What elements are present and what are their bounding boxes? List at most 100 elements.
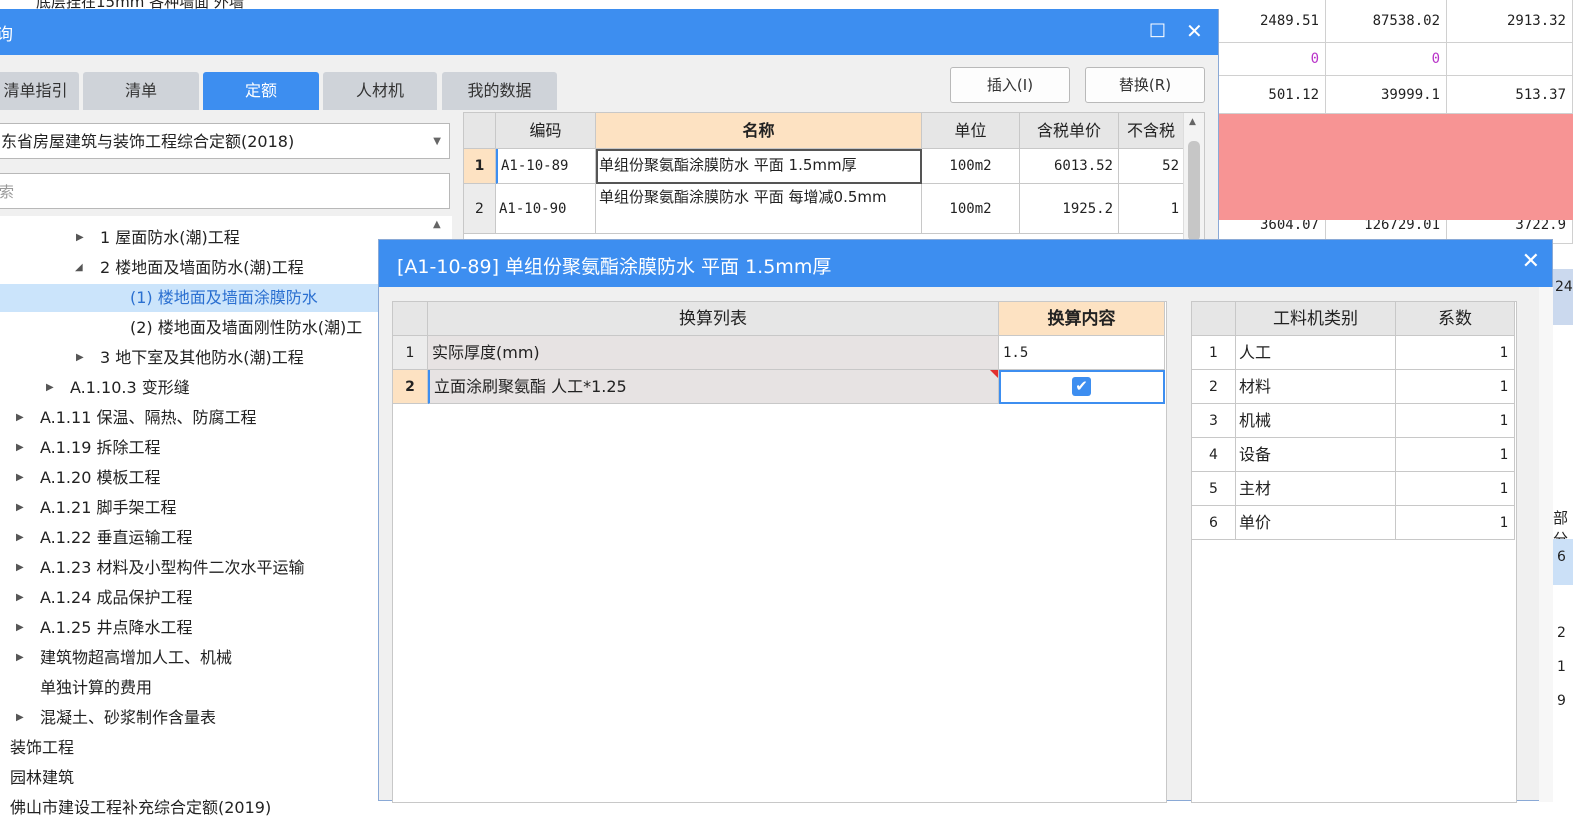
column-header-coefficient[interactable]: 系数 bbox=[1396, 302, 1515, 336]
row-number[interactable]: 2 bbox=[464, 184, 496, 234]
tree-item[interactable]: ▶ A.1.21 脚手架工程 bbox=[10, 494, 176, 522]
tree-item[interactable]: ◢ 2 楼地面及墙面防水(潮)工程 bbox=[70, 254, 304, 282]
tree-item[interactable]: 装饰工程 bbox=[10, 734, 74, 762]
conversion-checkbox-cell[interactable]: ✔ bbox=[999, 370, 1165, 404]
chevron-right-icon[interactable]: ▶ bbox=[16, 434, 24, 462]
column-header-category[interactable]: 工料机类别 bbox=[1236, 302, 1396, 336]
chevron-down-icon[interactable]: ◢ bbox=[75, 254, 83, 282]
tree-item[interactable]: ▶ 1 屋面防水(潮)工程 bbox=[70, 224, 240, 252]
chevron-right-icon[interactable]: ▶ bbox=[16, 584, 24, 612]
checkbox-checked-icon[interactable]: ✔ bbox=[1072, 377, 1091, 396]
column-header-conversion-list[interactable]: 换算列表 bbox=[428, 302, 999, 336]
tree-item[interactable]: 单独计算的费用 bbox=[40, 674, 152, 702]
cell-name[interactable]: 单组份聚氨酯涂膜防水 平面 每增减0.5mm bbox=[596, 184, 922, 234]
column-header-tax-price[interactable]: 含税单价 bbox=[1020, 113, 1119, 149]
tree-item[interactable]: ▶ A.1.19 拆除工程 bbox=[10, 434, 160, 462]
row-number[interactable]: 3 bbox=[1192, 404, 1236, 438]
replace-button[interactable]: 替换(R) bbox=[1085, 67, 1205, 103]
edge-fragment: 1 bbox=[1557, 659, 1566, 675]
background-cell[interactable]: 2489.51 bbox=[1218, 0, 1326, 43]
tree-item[interactable]: 佛山市建设工程补充综合定额(2019) bbox=[10, 794, 271, 822]
coefficient-input[interactable]: 1 bbox=[1396, 438, 1515, 472]
row-number[interactable]: 6 bbox=[1192, 506, 1236, 540]
thickness-value-input[interactable]: 1.5 bbox=[999, 336, 1165, 370]
tree-item[interactable]: ▶ A.1.10.3 变形缝 bbox=[40, 374, 190, 402]
tab-list[interactable]: 清单 bbox=[83, 72, 199, 110]
tab-quota[interactable]: 定额 bbox=[203, 72, 319, 110]
column-header-code[interactable]: 编码 bbox=[496, 113, 596, 149]
chevron-right-icon[interactable]: ▶ bbox=[16, 464, 24, 492]
search-input[interactable]: 索 bbox=[0, 173, 450, 209]
row-number[interactable]: 4 bbox=[1192, 438, 1236, 472]
coefficient-input[interactable]: 1 bbox=[1396, 404, 1515, 438]
scroll-up-icon[interactable]: ▲ bbox=[433, 219, 441, 230]
close-icon[interactable]: ✕ bbox=[1186, 19, 1203, 43]
tree-item[interactable]: ▶ 3 地下室及其他防水(潮)工程 bbox=[70, 344, 304, 372]
tree-item[interactable]: ▶ A.1.20 模板工程 bbox=[10, 464, 160, 492]
tab-labor-material-machine[interactable]: 人材机 bbox=[323, 72, 437, 110]
row-number[interactable]: 1 bbox=[464, 149, 496, 184]
row-number[interactable]: 2 bbox=[393, 370, 428, 404]
scroll-up-icon[interactable]: ▲ bbox=[1189, 117, 1196, 127]
tree-item[interactable]: ▶ A.1.24 成品保护工程 bbox=[10, 584, 192, 612]
column-header-conversion-content[interactable]: 换算内容 bbox=[999, 302, 1165, 336]
chevron-right-icon[interactable]: ▶ bbox=[46, 374, 54, 402]
chevron-right-icon[interactable]: ▶ bbox=[16, 524, 24, 552]
cell-no-tax-price[interactable]: 1 bbox=[1119, 184, 1184, 234]
row-number[interactable]: 1 bbox=[1192, 336, 1236, 370]
quota-library-select[interactable]: 东省房屋建筑与装饰工程综合定额(2018) ▼ bbox=[0, 123, 450, 159]
row-number[interactable]: 2 bbox=[1192, 370, 1236, 404]
tree-item[interactable]: (2) 楼地面及墙面刚性防水(潮)工 bbox=[130, 314, 362, 342]
column-header-unit[interactable]: 单位 bbox=[922, 113, 1020, 149]
cell-tax-price[interactable]: 6013.52 bbox=[1020, 149, 1119, 184]
cell-unit[interactable]: 100m2 bbox=[922, 184, 1020, 234]
tree-item[interactable]: ▶ A.1.22 垂直运输工程 bbox=[10, 524, 192, 552]
cell-tax-price[interactable]: 1925.2 bbox=[1020, 184, 1119, 234]
tab-my-data[interactable]: 我的数据 bbox=[442, 72, 557, 110]
background-cell[interactable]: 2913.32 bbox=[1447, 0, 1573, 43]
background-cell[interactable]: 501.12 bbox=[1218, 76, 1326, 114]
background-cell[interactable]: 39999.1 bbox=[1326, 76, 1447, 114]
chevron-right-icon[interactable]: ▶ bbox=[16, 554, 24, 582]
insert-button[interactable]: 插入(I) bbox=[950, 67, 1070, 103]
tab-list-guide[interactable]: 清单指引 bbox=[0, 72, 79, 110]
chevron-right-icon[interactable]: ▶ bbox=[16, 494, 24, 522]
chevron-right-icon[interactable]: ▶ bbox=[76, 344, 84, 372]
tree-item[interactable]: ▶ A.1.11 保温、隔热、防腐工程 bbox=[10, 404, 256, 432]
coefficient-input[interactable]: 1 bbox=[1396, 370, 1515, 404]
row-number[interactable]: 1 bbox=[393, 336, 428, 370]
chevron-right-icon[interactable]: ▶ bbox=[16, 614, 24, 642]
chevron-right-icon[interactable]: ▶ bbox=[16, 644, 24, 672]
chevron-right-icon[interactable]: ▶ bbox=[16, 404, 24, 432]
query-window-titlebar[interactable]: 询 □ ✕ bbox=[0, 9, 1218, 55]
background-cell[interactable] bbox=[1447, 43, 1573, 76]
vertical-scrollbar[interactable]: ▲ bbox=[1183, 113, 1204, 253]
scrollbar-thumb[interactable] bbox=[1188, 141, 1200, 241]
column-header-no-tax-price[interactable]: 不含税 bbox=[1119, 113, 1184, 149]
background-cell[interactable]: 0 bbox=[1218, 43, 1326, 76]
tree-item[interactable]: ▶ A.1.25 井点降水工程 bbox=[10, 614, 192, 642]
maximize-icon[interactable]: □ bbox=[1149, 19, 1166, 40]
tree-item[interactable]: 园林建筑 bbox=[10, 764, 74, 792]
background-cell[interactable]: 0 bbox=[1326, 43, 1447, 76]
column-header-name[interactable]: 名称 bbox=[596, 113, 922, 149]
chevron-right-icon[interactable]: ▶ bbox=[76, 224, 84, 252]
dialog-titlebar[interactable]: [A1-10-89] 单组份聚氨酯涂膜防水 平面 1.5mm厚 ✕ bbox=[379, 240, 1552, 287]
tree-item[interactable]: ▶ 建筑物超高增加人工、机械 bbox=[10, 644, 232, 672]
chevron-down-icon[interactable]: ▼ bbox=[433, 124, 441, 160]
cell-code[interactable]: A1-10-89 bbox=[496, 149, 596, 184]
coefficient-input[interactable]: 1 bbox=[1396, 336, 1515, 370]
tree-item[interactable]: ▶ A.1.23 材料及小型构件二次水平运输 bbox=[10, 554, 304, 582]
chevron-right-icon[interactable]: ▶ bbox=[16, 704, 24, 732]
cell-unit[interactable]: 100m2 bbox=[922, 149, 1020, 184]
close-icon[interactable]: ✕ bbox=[1522, 249, 1540, 274]
cell-name[interactable]: 单组份聚氨酯涂膜防水 平面 1.5mm厚 bbox=[596, 149, 922, 184]
row-number[interactable]: 5 bbox=[1192, 472, 1236, 506]
background-cell[interactable]: 87538.02 bbox=[1326, 0, 1447, 43]
cell-code[interactable]: A1-10-90 bbox=[496, 184, 596, 234]
coefficient-input[interactable]: 1 bbox=[1396, 506, 1515, 540]
tree-item[interactable]: ▶ 混凝土、砂浆制作含量表 bbox=[10, 704, 216, 732]
coefficient-input[interactable]: 1 bbox=[1396, 472, 1515, 506]
background-cell[interactable]: 513.37 bbox=[1447, 76, 1573, 114]
cell-no-tax-price[interactable]: 52 bbox=[1119, 149, 1184, 184]
